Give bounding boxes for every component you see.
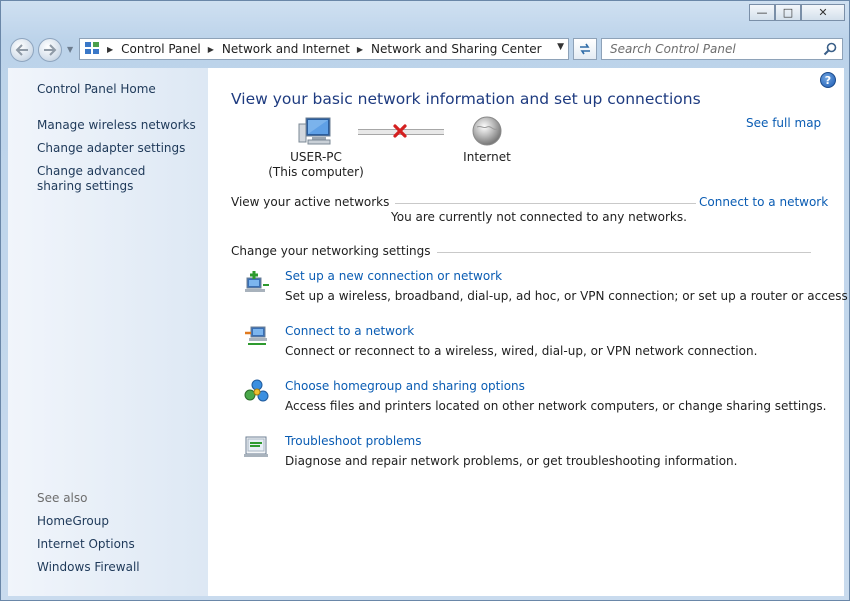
computer-name: USER-PC [290, 150, 342, 164]
recent-pages-dropdown[interactable]: ▼ [67, 45, 73, 54]
search-input[interactable] [610, 40, 820, 58]
page-title: View your basic network information and … [231, 90, 701, 108]
sidebar-item-advanced-sharing[interactable]: Change advanced sharing settings [37, 164, 187, 194]
sidebar: Control Panel Home Manage wireless netwo… [8, 68, 208, 596]
setup-connection-link[interactable]: Set up a new connection or network [285, 269, 502, 283]
minimize-button[interactable]: — [749, 4, 775, 21]
window-buttons: — □ ✕ [749, 4, 845, 21]
help-icon[interactable]: ? [820, 72, 836, 88]
control-panel-icon [84, 40, 100, 59]
close-button[interactable]: ✕ [801, 4, 845, 21]
title-bar: — □ ✕ [1, 1, 850, 29]
disconnected-x-icon [393, 124, 407, 138]
search-icon[interactable] [823, 42, 837, 56]
connect-network-icon [245, 326, 267, 345]
homegroup-sharing-desc: Access files and printers located on oth… [285, 399, 827, 413]
homegroup-icon [244, 379, 269, 402]
computer-subtitle: (This computer) [268, 165, 364, 179]
divider [368, 203, 696, 204]
refresh-icon [580, 43, 590, 55]
sidebar-item-homegroup[interactable]: HomeGroup [37, 514, 109, 529]
back-arrow-icon [15, 44, 28, 56]
breadcrumb-network-sharing-center[interactable]: Network and Sharing Center [371, 42, 542, 56]
not-connected-status: You are currently not connected to any n… [391, 210, 687, 224]
breadcrumb-arrow-icon[interactable]: ▶ [208, 45, 214, 54]
sidebar-item-manage-wireless[interactable]: Manage wireless networks [37, 118, 196, 133]
connect-to-network-link[interactable]: Connect to a network [697, 195, 829, 209]
see-also-label: See also [37, 491, 88, 505]
sidebar-item-internet-options[interactable]: Internet Options [37, 537, 135, 552]
troubleshoot-icon [244, 436, 268, 457]
setup-connection-desc: Set up a wireless, broadband, dial-up, a… [285, 289, 850, 303]
see-full-map-link[interactable]: See full map [746, 116, 821, 130]
divider [408, 252, 811, 253]
breadcrumb: ▶ Control Panel ▶ Network and Internet ▶… [100, 42, 542, 56]
breadcrumb-network-and-internet[interactable]: Network and Internet [222, 42, 350, 56]
address-dropdown-icon[interactable]: ▼ [557, 42, 564, 52]
maximize-button[interactable]: □ [775, 4, 801, 21]
troubleshoot-desc: Diagnose and repair network problems, or… [285, 454, 738, 468]
refresh-button[interactable] [573, 38, 597, 60]
address-bar[interactable]: ▶ Control Panel ▶ Network and Internet ▶… [79, 38, 569, 60]
back-button[interactable] [10, 38, 34, 62]
change-settings-title: Change your networking settings [231, 244, 437, 258]
connect-network-desc: Connect or reconnect to a wireless, wire… [285, 344, 758, 358]
computer-label: USER-PC (This computer) [266, 150, 366, 180]
sidebar-item-change-adapter[interactable]: Change adapter settings [37, 141, 185, 156]
forward-button[interactable] [38, 38, 62, 62]
connect-network-task-link[interactable]: Connect to a network [285, 324, 414, 338]
new-connection-icon [245, 271, 269, 292]
sidebar-item-windows-firewall[interactable]: Windows Firewall [37, 560, 140, 575]
breadcrumb-arrow-icon[interactable]: ▶ [357, 45, 363, 54]
breadcrumb-arrow-icon[interactable]: ▶ [107, 45, 113, 54]
internet-label: Internet [463, 150, 511, 164]
active-networks-title: View your active networks [231, 195, 396, 209]
breadcrumb-control-panel[interactable]: Control Panel [121, 42, 201, 56]
troubleshoot-link[interactable]: Troubleshoot problems [285, 434, 421, 448]
window-frame: — □ ✕ ▼ ▶ Control Panel ▶ Network and In… [0, 0, 850, 601]
internet-globe-icon [471, 115, 503, 150]
homegroup-sharing-link[interactable]: Choose homegroup and sharing options [285, 379, 525, 393]
computer-icon [298, 116, 332, 149]
main-content: ? View your basic network information an… [208, 68, 850, 596]
sidebar-item-control-panel-home[interactable]: Control Panel Home [37, 82, 156, 97]
forward-arrow-icon [44, 44, 57, 56]
search-box [601, 38, 843, 60]
